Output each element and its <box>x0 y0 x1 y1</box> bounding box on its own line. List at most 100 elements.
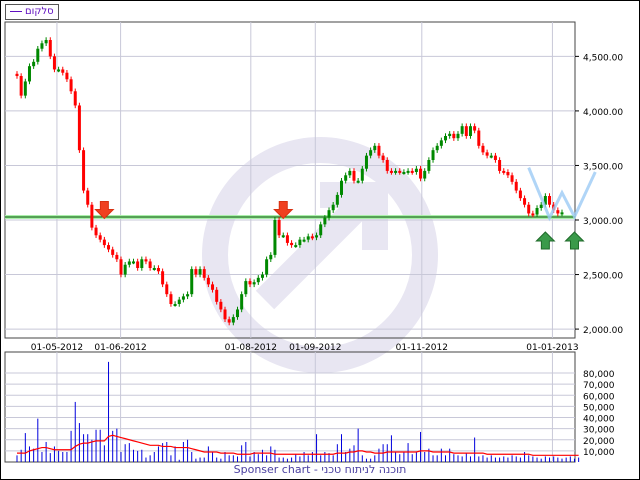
candle-body <box>102 239 106 246</box>
candle-body <box>231 317 235 323</box>
candle-body <box>518 190 522 199</box>
candle-body <box>52 56 56 70</box>
legend[interactable]: סלקום <box>5 4 59 20</box>
candle-body <box>181 296 185 300</box>
candle-body <box>165 284 169 295</box>
candle-body <box>535 208 539 215</box>
candle-body <box>531 213 535 216</box>
candle <box>489 152 493 159</box>
candle-body <box>464 126 468 137</box>
candle <box>444 133 448 144</box>
candle-body <box>65 72 69 80</box>
candle-body <box>173 303 177 306</box>
price-axis-label: 3,500.00 <box>583 162 623 172</box>
candle <box>477 127 481 149</box>
candle <box>152 265 156 271</box>
date-axis-label: 01-08-2012 <box>225 343 277 353</box>
candle-body <box>77 105 81 151</box>
candle-body <box>302 239 306 242</box>
candle-body <box>15 73 19 77</box>
candle <box>410 168 414 175</box>
candle-body <box>352 170 356 181</box>
candle <box>273 217 277 258</box>
volume-axis-label: 50,000 <box>583 403 615 413</box>
candle <box>352 168 356 184</box>
candle <box>364 152 368 172</box>
candle-body <box>514 181 518 191</box>
candle-body <box>439 140 443 146</box>
candle-body <box>140 259 144 268</box>
candle-body <box>69 79 73 92</box>
candle-body <box>248 281 252 285</box>
volume-axis-label: 60,000 <box>583 392 615 402</box>
candle <box>290 240 294 248</box>
candle-body <box>398 170 402 173</box>
candle-body <box>227 319 231 323</box>
candle <box>402 169 406 175</box>
candle <box>548 193 552 208</box>
candle-body <box>211 284 215 290</box>
candle <box>256 275 260 285</box>
candle <box>456 131 460 141</box>
candle-body <box>144 259 148 262</box>
candle <box>502 168 506 175</box>
candle <box>186 291 190 300</box>
candle-body <box>186 294 190 297</box>
candle-body <box>107 245 111 250</box>
candle <box>190 266 194 297</box>
candle <box>523 195 527 208</box>
candle <box>423 168 427 182</box>
candle <box>344 172 348 184</box>
candle <box>52 53 56 73</box>
candle-body <box>23 81 27 96</box>
candle <box>240 291 244 313</box>
price-axis-label: 4,000.00 <box>583 108 623 118</box>
candle <box>127 258 131 268</box>
candle <box>148 258 152 271</box>
candle-body <box>298 239 302 246</box>
candle-body <box>169 294 173 304</box>
candle-body <box>452 133 456 139</box>
candle-body <box>410 170 414 173</box>
candle-body <box>206 277 210 285</box>
candle <box>73 88 77 109</box>
candle-body <box>235 309 239 318</box>
candle <box>169 291 173 307</box>
candle <box>15 71 19 79</box>
candle-body <box>86 190 90 205</box>
candle-body <box>177 299 181 304</box>
volume-axis-label: 10,000 <box>583 448 615 458</box>
candle-body <box>82 150 86 191</box>
candle <box>32 59 36 69</box>
candle <box>98 232 102 243</box>
candle-body <box>194 269 198 275</box>
candle-body <box>294 245 298 248</box>
candle-body <box>344 175 348 181</box>
legend-swatch <box>10 10 22 12</box>
candle-body <box>44 40 48 44</box>
candle <box>556 207 560 217</box>
candle-body <box>252 282 256 285</box>
candle-body <box>402 172 406 175</box>
candle-body <box>269 254 273 260</box>
candle-body <box>219 301 223 310</box>
candle-body <box>381 155 385 161</box>
candle-body <box>161 271 165 285</box>
candle-body <box>285 235 289 243</box>
candle <box>260 271 264 281</box>
volume-axis-label: 20,000 <box>583 437 615 447</box>
candle-body <box>423 170 427 179</box>
candle <box>61 66 65 76</box>
candle-body <box>148 261 152 268</box>
candle-body <box>348 170 352 176</box>
candle-body <box>340 180 344 195</box>
candle-body <box>198 269 202 275</box>
candle-body <box>360 168 364 181</box>
candle-body <box>152 267 156 270</box>
date-axis-label: 01-09-2012 <box>289 343 341 353</box>
candle-body <box>73 91 77 106</box>
candle <box>48 37 52 60</box>
candle-body <box>310 236 314 239</box>
candle <box>144 256 148 265</box>
candle <box>115 252 119 262</box>
